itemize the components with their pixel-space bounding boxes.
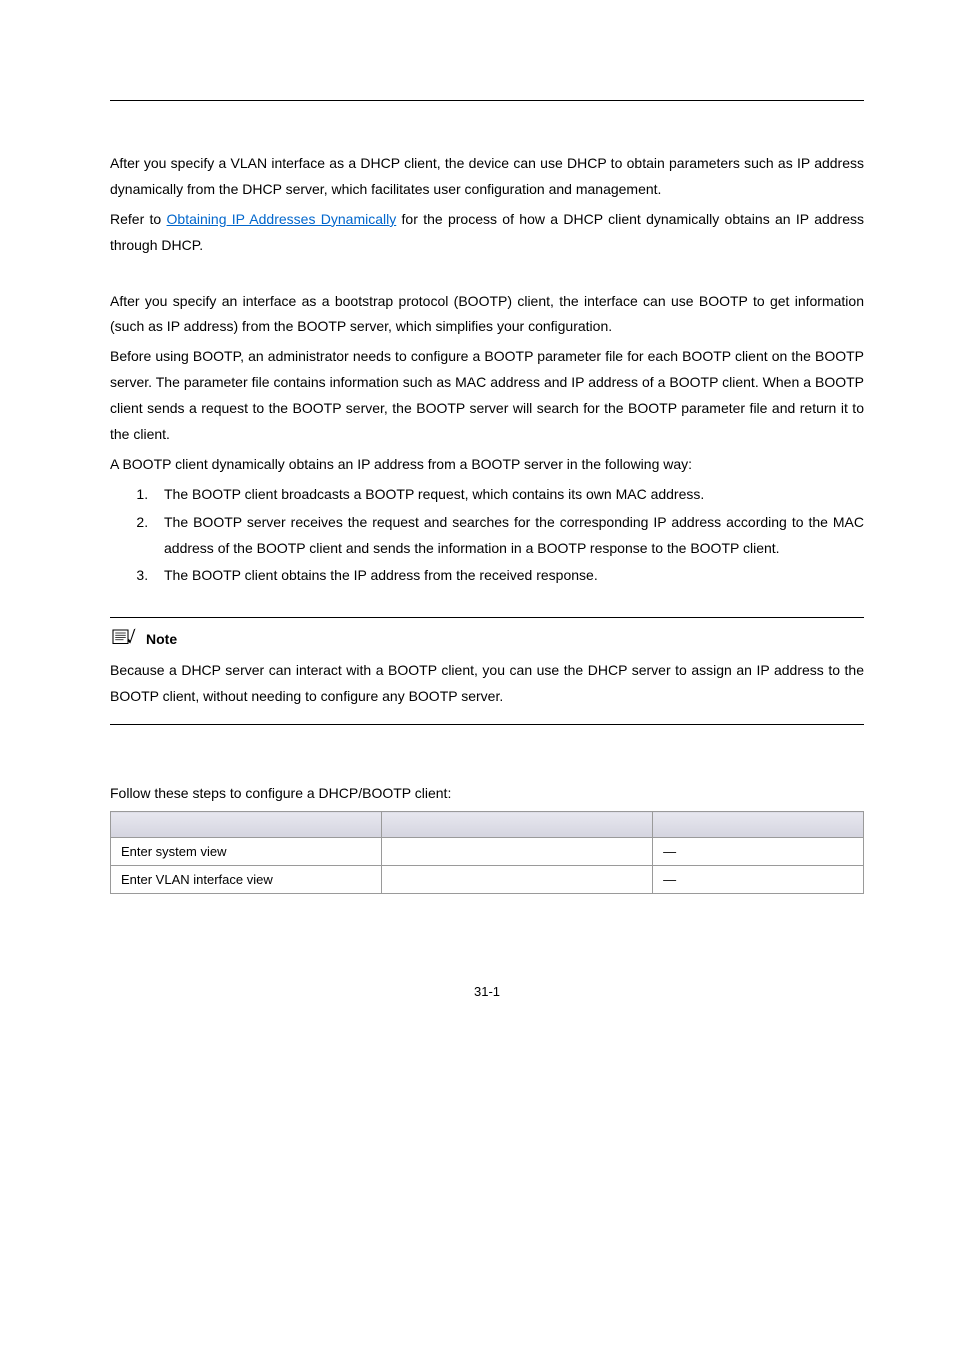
paragraph-bootp-3: A BOOTP client dynamically obtains an IP… xyxy=(110,452,864,478)
list-item-1: The BOOTP client broadcasts a BOOTP requ… xyxy=(152,482,864,508)
table-header-row xyxy=(111,812,864,838)
cell-r2c1: Enter VLAN interface view xyxy=(111,866,382,894)
table-caption: Follow these steps to configure a DHCP/B… xyxy=(110,785,864,801)
text-pre-link: Refer to xyxy=(110,211,167,227)
cell-r1c2 xyxy=(382,838,653,866)
link-obtaining-ip[interactable]: Obtaining IP Addresses Dynamically xyxy=(167,211,397,227)
table-row: Enter VLAN interface view — xyxy=(111,866,864,894)
note-label: Note xyxy=(146,631,177,647)
paragraph-bootp-2: Before using BOOTP, an administrator nee… xyxy=(110,344,864,448)
table-header-3 xyxy=(653,812,864,838)
table-header-2 xyxy=(382,812,653,838)
list-item-2: The BOOTP server receives the request an… xyxy=(152,510,864,562)
paragraph-dhcp-1: After you specify a VLAN interface as a … xyxy=(110,151,864,203)
paragraph-dhcp-2: Refer to Obtaining IP Addresses Dynamica… xyxy=(110,207,864,259)
cell-r2c3: — xyxy=(653,866,864,894)
table-header-1 xyxy=(111,812,382,838)
cell-r2c2 xyxy=(382,866,653,894)
paragraph-bootp-1: After you specify an interface as a boot… xyxy=(110,289,864,341)
note-rule-top xyxy=(110,617,864,618)
config-table: Enter system view — Enter VLAN interface… xyxy=(110,811,864,894)
table-row: Enter system view — xyxy=(111,838,864,866)
ordered-list-bootp-steps: The BOOTP client broadcasts a BOOTP requ… xyxy=(110,482,864,590)
note-rule-bottom xyxy=(110,724,864,725)
horizontal-rule-top xyxy=(110,100,864,101)
cell-r1c3: — xyxy=(653,838,864,866)
list-item-3: The BOOTP client obtains the IP address … xyxy=(152,563,864,589)
cell-r1c1: Enter system view xyxy=(111,838,382,866)
document-page: After you specify a VLAN interface as a … xyxy=(0,0,954,1350)
note-header: Note xyxy=(110,628,177,650)
page-number: 31-1 xyxy=(110,984,864,999)
note-icon xyxy=(110,628,140,650)
note-body: Because a DHCP server can interact with … xyxy=(110,658,864,710)
